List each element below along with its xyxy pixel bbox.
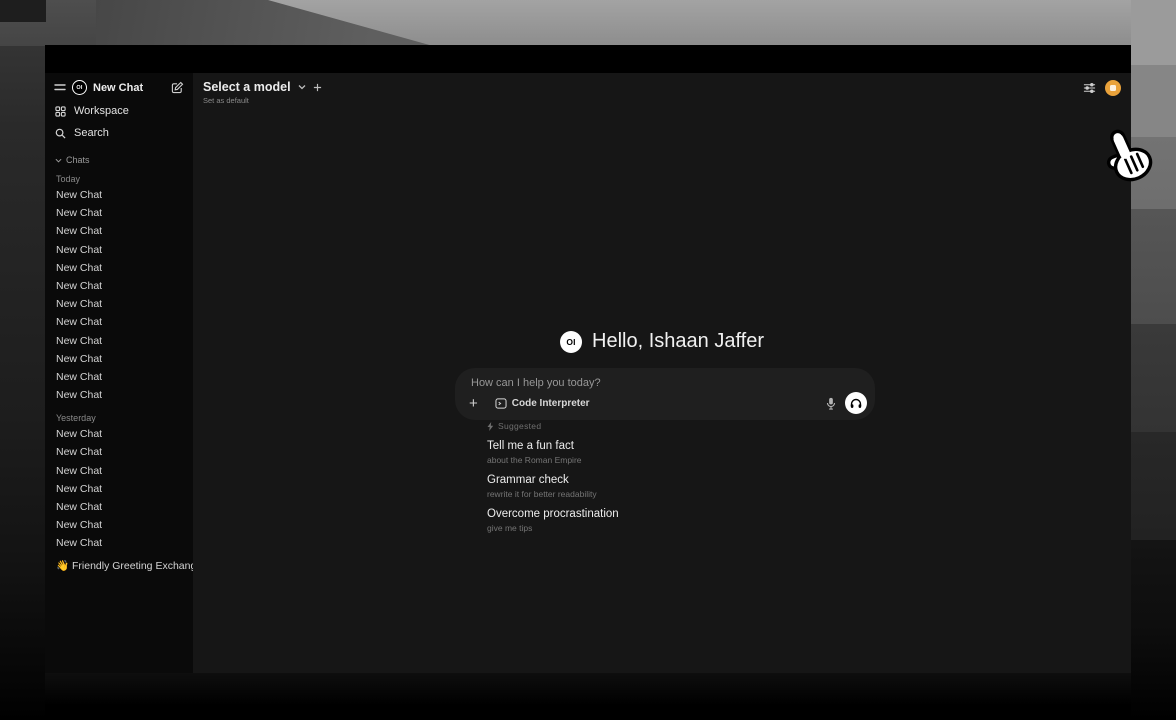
chat-input-toolbar: + Code Interpreter [467,392,867,414]
chats-section-toggle[interactable]: Chats [45,153,193,167]
chat-section-label: Today [45,169,193,186]
desktop-background-right [1131,0,1176,720]
suggestion-subtitle: give me tips [487,523,619,533]
desktop-background-left [0,46,45,720]
chat-list-item[interactable]: New Chat [45,462,193,480]
chat-section-items: New Chat New Chat New Chat New Chat New … [45,186,193,404]
chat-list-item-greeting-exchange[interactable]: 👋 Friendly Greeting Exchange [45,557,193,575]
main-header: Select a model Set as default [193,73,1131,105]
code-interpreter-icon [495,398,507,409]
chat-list-item[interactable]: New Chat [45,186,193,204]
chat-list-item[interactable]: New Chat [45,516,193,534]
code-interpreter-label: Code Interpreter [512,398,590,409]
chat-list-item[interactable]: New Chat [45,534,193,552]
sidebar-new-chat-title[interactable]: New Chat [93,82,165,94]
app-window: OI New Chat [45,45,1131,673]
desktop-background-corner [0,0,46,22]
sidebar-item-search[interactable]: Search [45,122,193,144]
sidebar-toggle-icon[interactable] [54,83,66,92]
chat-list-item[interactable]: New Chat [45,443,193,461]
chat-list-item[interactable]: New Chat [45,332,193,350]
chat-list-item[interactable]: New Chat [45,295,193,313]
chat-list-item[interactable]: New Chat [45,241,193,259]
suggestion-subtitle: rewrite it for better readability [487,489,619,499]
set-as-default-link[interactable]: Set as default [203,96,1121,105]
main-area: Select a model Set as default [193,73,1131,673]
user-avatar[interactable] [1105,80,1121,96]
new-chat-pencil-icon[interactable] [171,81,184,94]
suggestion-item[interactable]: Grammar check rewrite it for better read… [487,474,619,499]
voice-call-button[interactable] [845,392,867,414]
sidebar: OI New Chat [45,73,193,673]
attach-plus-button[interactable]: + [467,396,480,411]
chat-list-item[interactable]: New Chat [45,222,193,240]
sidebar-header: OI New Chat [45,73,193,100]
chat-list-item[interactable]: New Chat [45,277,193,295]
bolt-icon [487,422,494,431]
avatar-glyph [1110,85,1116,91]
greeting-logo-icon: OI [560,331,582,353]
chat-input-box[interactable]: How can I help you today? + Code Interpr… [455,368,875,420]
sidebar-item-workspace[interactable]: Workspace [45,100,193,122]
microphone-icon[interactable] [826,397,836,410]
chat-section: Yesterday New Chat New Chat New Chat New… [45,408,193,552]
chevron-down-icon [55,158,62,163]
suggestion-title: Tell me a fun fact [487,440,619,453]
model-chevron-down-icon[interactable] [298,84,306,90]
code-interpreter-toggle[interactable]: Code Interpreter [495,398,590,409]
desktop: OI New Chat [0,0,1176,720]
chat-list-item[interactable]: New Chat [45,259,193,277]
headphones-icon [850,398,862,409]
chat-list-item[interactable]: New Chat [45,204,193,222]
app-logo-icon: OI [72,80,87,95]
greeting-text: Hello, Ishaan Jaffer [592,330,764,353]
search-label: Search [74,127,109,139]
chat-list-item[interactable]: New Chat [45,368,193,386]
chat-list-item[interactable]: New Chat [45,350,193,368]
chat-sections: Today New Chat New Chat New Chat New Cha… [45,169,193,553]
chat-list-item[interactable]: New Chat [45,480,193,498]
model-selector-button[interactable]: Select a model [203,80,291,94]
suggestion-subtitle: about the Roman Empire [487,455,619,465]
workspace-label: Workspace [74,105,129,117]
desktop-background-bottom [45,673,1131,720]
chat-section: Today New Chat New Chat New Chat New Cha… [45,169,193,404]
chat-list-item[interactable]: New Chat [45,386,193,404]
suggestion-list: Tell me a fun fact about the Roman Empir… [487,440,619,533]
chat-list-item[interactable]: New Chat [45,313,193,331]
suggested-label: Suggested [498,421,541,431]
controls-sliders-icon[interactable] [1083,82,1096,94]
add-model-button[interactable] [313,83,322,92]
chats-label: Chats [66,155,90,165]
chat-input-placeholder[interactable]: How can I help you today? [471,377,601,389]
suggested-prompts: Suggested Tell me a fun fact about the R… [487,421,619,542]
greeting: OI Hello, Ishaan Jaffer [560,330,764,353]
suggestion-item[interactable]: Overcome procrastination give me tips [487,508,619,533]
chat-section-label: Yesterday [45,408,193,425]
suggestion-item[interactable]: Tell me a fun fact about the Roman Empir… [487,440,619,465]
workspace-grid-icon [55,106,66,117]
chat-list-item[interactable]: New Chat [45,498,193,516]
suggestion-title: Overcome procrastination [487,508,619,521]
window-top-bar [45,45,1131,73]
chat-list-item[interactable]: New Chat [45,425,193,443]
chat-section-items: New Chat New Chat New Chat New Chat New … [45,425,193,552]
search-icon [55,128,66,139]
suggestion-title: Grammar check [487,474,619,487]
